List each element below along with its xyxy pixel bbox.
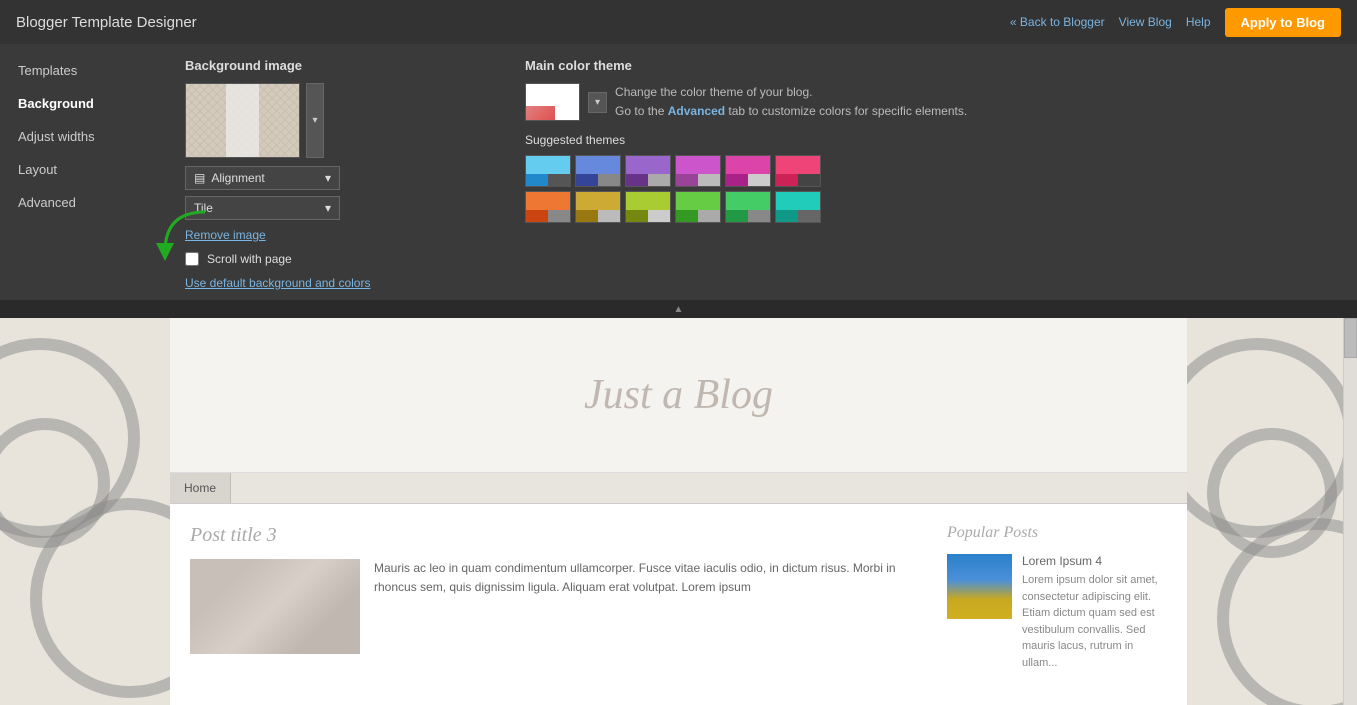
theme-swatch[interactable] xyxy=(725,155,771,187)
popular-posts-title: Popular Posts xyxy=(947,524,1167,542)
theme-swatch[interactable] xyxy=(625,191,671,223)
theme-swatch[interactable] xyxy=(675,191,721,223)
theme-swatch[interactable] xyxy=(725,191,771,223)
alignment-select[interactable]: ▤ Alignment ▾ xyxy=(185,166,340,190)
sidebar-post-item: Lorem Ipsum 4 Lorem ipsum dolor sit amet… xyxy=(947,554,1167,671)
help-link[interactable]: Help xyxy=(1186,15,1211,29)
color-description: Change the color theme of your blog. Go … xyxy=(615,83,967,121)
scrollbar-thumb[interactable] xyxy=(1344,318,1357,358)
blog-header: Just a Blog xyxy=(170,318,1187,473)
theme-swatch[interactable] xyxy=(775,191,821,223)
color-swatch-box[interactable] xyxy=(525,83,580,121)
image-preview-inner xyxy=(186,84,299,157)
color-desc-line1: Change the color theme of your blog. xyxy=(615,83,967,102)
color-theme-title: Main color theme xyxy=(525,58,1337,73)
theme-swatch[interactable] xyxy=(525,191,571,223)
tile-label: Tile xyxy=(194,201,325,215)
left-decoration xyxy=(0,318,170,705)
themes-grid xyxy=(525,155,1337,223)
theme-swatch[interactable] xyxy=(625,155,671,187)
sidebar-post-info: Lorem Ipsum 4 Lorem ipsum dolor sit amet… xyxy=(1022,554,1167,671)
blog-posts: Post title 3 Mauris ac leo in quam condi… xyxy=(190,524,927,685)
blog-nav: Home xyxy=(170,473,1187,504)
image-preview-dropdown-button[interactable]: ▾ xyxy=(306,83,324,158)
bg-image-section: Background image ▾ ▤ Alignment ▾ xyxy=(185,58,1337,266)
blog-main: Post title 3 Mauris ac leo in quam condi… xyxy=(170,504,1187,705)
sidebar-item-templates[interactable]: Templates xyxy=(0,54,165,87)
alignment-icon: ▤ xyxy=(194,171,205,185)
color-theme-section: Main color theme ▾ Change the color them… xyxy=(525,58,1337,266)
theme-swatch[interactable] xyxy=(575,191,621,223)
image-preview xyxy=(185,83,300,158)
post-image xyxy=(190,559,360,654)
sidebar-post-image xyxy=(947,554,1012,619)
theme-swatch[interactable] xyxy=(575,155,621,187)
sidebar-post-img-inner xyxy=(947,554,1012,619)
background-controls: ▤ Alignment ▾ Tile ▾ Remove image xyxy=(185,166,485,266)
sidebar-post-excerpt: Lorem ipsum dolor sit amet, consectetur … xyxy=(1022,572,1167,671)
blog-area: Just a Blog Home Post title 3 Mauris ac … xyxy=(170,318,1187,705)
sidebar-item-background[interactable]: Background xyxy=(0,87,165,120)
color-desc-suffix: tab to customize colors for specific ele… xyxy=(725,104,967,118)
alignment-label: Alignment xyxy=(211,171,325,185)
top-nav: « Back to Blogger View Blog Help Apply t… xyxy=(1010,8,1341,37)
collapse-handle[interactable]: ▲ xyxy=(0,300,1357,318)
post-image-inner xyxy=(190,559,360,654)
circle-6 xyxy=(1207,428,1337,558)
designer-panel: Templates Background Adjust widths Layou… xyxy=(0,44,1357,300)
theme-swatch[interactable] xyxy=(775,155,821,187)
back-to-blogger-link[interactable]: « Back to Blogger xyxy=(1010,15,1105,29)
remove-image-link[interactable]: Remove image xyxy=(185,228,485,242)
color-desc-line2: Go to the Advanced tab to customize colo… xyxy=(615,102,967,121)
main-color-swatch: ▾ Change the color theme of your blog. G… xyxy=(525,83,1337,121)
green-arrow-icon xyxy=(155,207,210,262)
themes-row xyxy=(525,155,1337,187)
blog-sidebar: Popular Posts Lorem Ipsum 4 Lorem ipsum … xyxy=(947,524,1167,685)
scroll-row: Scroll with page xyxy=(185,252,485,266)
color-swatch-dropdown-button[interactable]: ▾ xyxy=(588,92,607,113)
blog-title: Just a Blog xyxy=(584,371,773,419)
background-image-title: Background image xyxy=(185,58,485,73)
post-body: Mauris ac leo in quam condimentum ullamc… xyxy=(190,559,927,597)
theme-swatch[interactable] xyxy=(675,155,721,187)
image-preview-wrapper: ▾ xyxy=(185,83,485,158)
use-default-link[interactable]: Use default background and colors xyxy=(185,276,1337,290)
apply-to-blog-button[interactable]: Apply to Blog xyxy=(1225,8,1342,37)
tile-dropdown-icon: ▾ xyxy=(325,201,331,215)
color-desc-prefix: Go to the xyxy=(615,104,668,118)
app-title: Blogger Template Designer xyxy=(16,14,197,31)
alignment-control: ▤ Alignment ▾ xyxy=(185,166,345,190)
right-decoration xyxy=(1187,318,1357,705)
collapse-arrow-icon: ▲ xyxy=(674,304,684,315)
sidebar-item-advanced[interactable]: Advanced xyxy=(0,186,165,219)
scroll-with-page-label: Scroll with page xyxy=(207,252,292,266)
color-swatch-inner xyxy=(526,84,579,120)
top-bar: Blogger Template Designer « Back to Blog… xyxy=(0,0,1357,44)
theme-swatch[interactable] xyxy=(525,155,571,187)
alignment-dropdown-icon: ▾ xyxy=(325,171,331,185)
sidebar-item-adjust-widths[interactable]: Adjust widths xyxy=(0,120,165,153)
blog-nav-home[interactable]: Home xyxy=(170,473,231,503)
themes-row xyxy=(525,191,1337,223)
sidebar-post-title: Lorem Ipsum 4 xyxy=(1022,554,1167,568)
post-title: Post title 3 xyxy=(190,524,927,547)
background-image-controls: Background image ▾ ▤ Alignment ▾ xyxy=(185,58,485,266)
sidebar: Templates Background Adjust widths Layou… xyxy=(0,44,165,300)
blog-preview: Just a Blog Home Post title 3 Mauris ac … xyxy=(0,318,1357,705)
suggested-themes-label: Suggested themes xyxy=(525,133,1337,147)
sidebar-item-layout[interactable]: Layout xyxy=(0,153,165,186)
view-blog-link[interactable]: View Blog xyxy=(1119,15,1172,29)
designer-main-content: Background image ▾ ▤ Alignment ▾ xyxy=(165,44,1357,300)
scrollbar[interactable] xyxy=(1343,318,1357,705)
advanced-link[interactable]: Advanced xyxy=(668,104,725,118)
